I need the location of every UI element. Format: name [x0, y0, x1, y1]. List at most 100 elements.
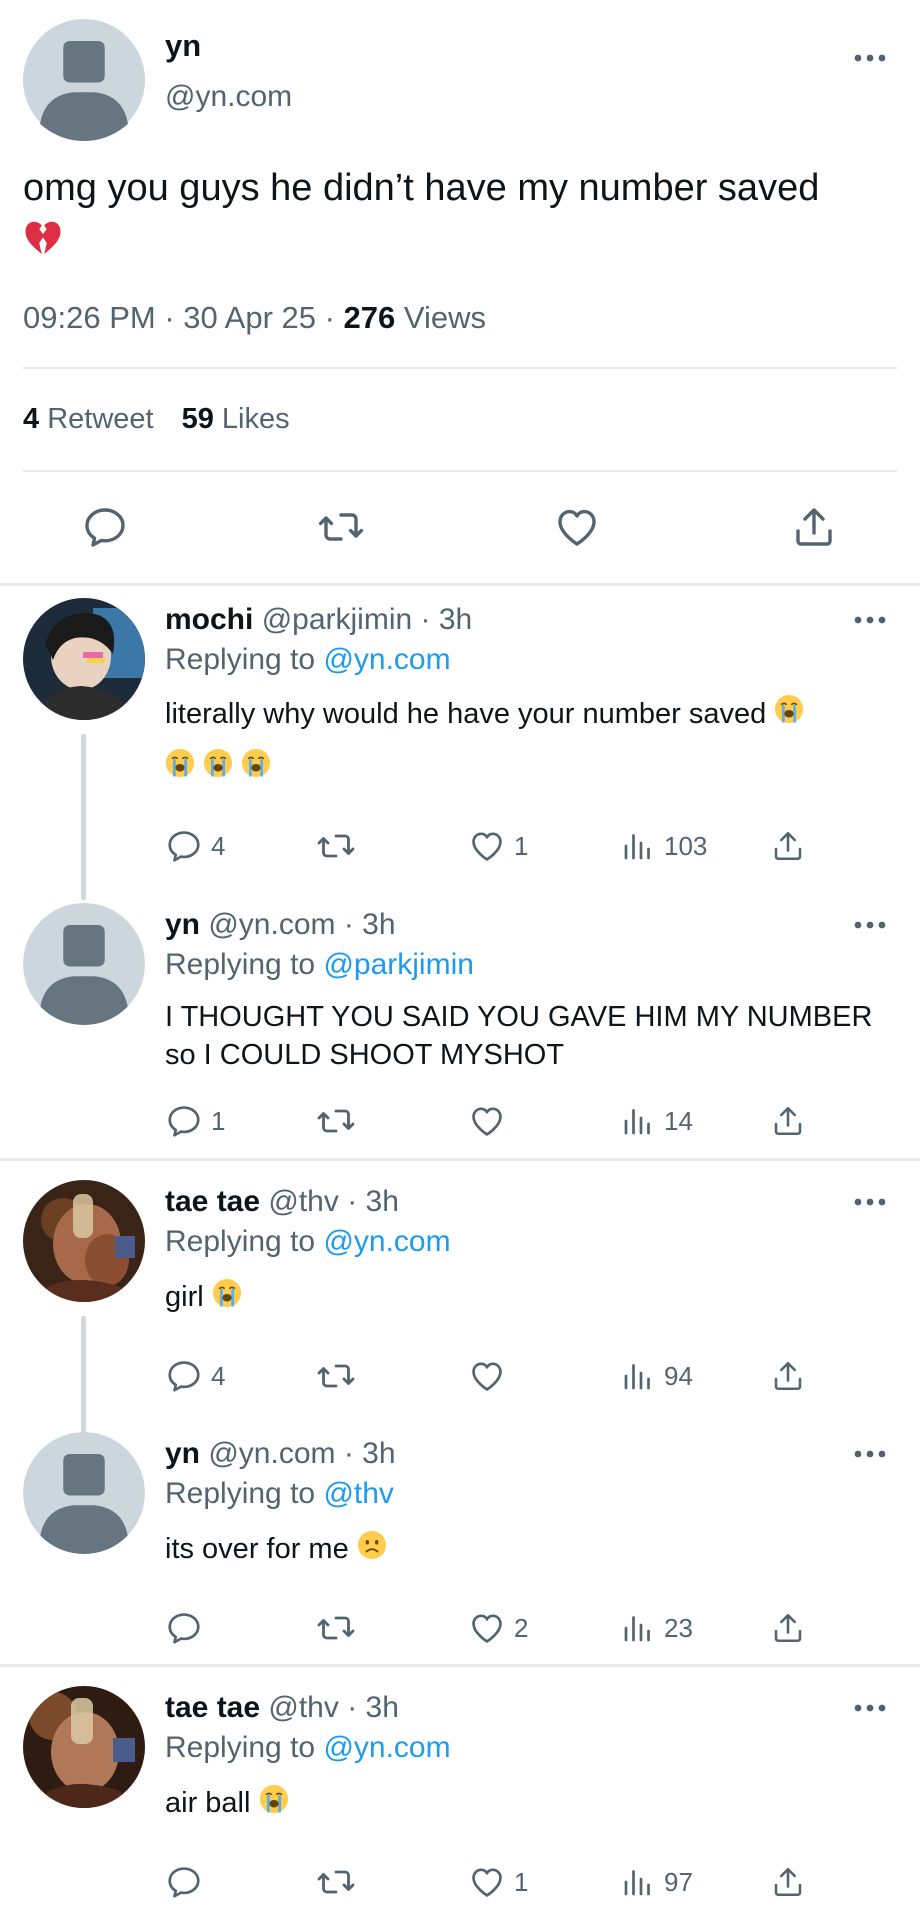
reply-action[interactable]: 4 — [165, 1356, 225, 1396]
views-action[interactable]: 103 — [620, 826, 707, 866]
avatar-placeholder-icon[interactable] — [23, 903, 145, 1025]
reply-text-body: its over for me — [165, 1533, 349, 1565]
reply-tweet[interactable]: tae tae @thv · 3h Replying to @yn.com gi… — [0, 1180, 920, 1435]
view-count: 94 — [664, 1360, 693, 1391]
more-options-icon[interactable] — [853, 1197, 887, 1207]
divider — [23, 470, 897, 472]
share-icon[interactable] — [790, 503, 838, 551]
retweet-action[interactable] — [316, 1101, 364, 1141]
likes-stat[interactable]: 59 Likes — [182, 403, 290, 435]
reply-author-handle[interactable]: @thv · 3h — [260, 1185, 399, 1218]
replying-to-link[interactable]: @yn.com — [323, 1731, 450, 1764]
like-action[interactable]: 1 — [468, 826, 528, 866]
replying-to: Replying to @thv — [165, 1477, 394, 1511]
avatar-placeholder-icon[interactable] — [23, 19, 145, 141]
view-count: 14 — [664, 1105, 693, 1136]
reply-icon[interactable] — [81, 503, 129, 551]
share-icon — [770, 1103, 806, 1139]
section-divider — [0, 583, 920, 586]
replying-to-label: Replying to — [165, 948, 324, 981]
views-action[interactable]: 94 — [620, 1356, 693, 1396]
replying-to: Replying to @yn.com — [165, 643, 451, 677]
author-name[interactable]: yn — [165, 28, 201, 64]
author-handle[interactable]: @yn.com — [165, 80, 292, 114]
avatar[interactable] — [23, 1180, 145, 1302]
reply-tweet[interactable]: yn @yn.com · 3h Replying to @parkjimin I… — [0, 903, 920, 1153]
loudly-crying-emoji — [241, 743, 271, 795]
reply-tweet[interactable]: tae tae @thv · 3h Replying to @yn.com ai… — [0, 1686, 920, 1916]
retweet-icon[interactable] — [317, 503, 365, 551]
replying-to-link[interactable]: @yn.com — [323, 1225, 450, 1258]
more-options-icon[interactable] — [853, 53, 887, 63]
retweet-action[interactable] — [316, 1356, 364, 1396]
reply-author-handle[interactable]: @thv · 3h — [260, 1691, 399, 1724]
retweet-action[interactable] — [316, 1862, 364, 1902]
replying-to-link[interactable]: @parkjimin — [323, 948, 473, 981]
reply-author-handle[interactable]: @yn.com · 3h — [200, 1437, 395, 1470]
reply-author-name[interactable]: tae tae — [165, 1185, 260, 1218]
loudly-crying-emoji — [203, 743, 233, 795]
share-action[interactable] — [770, 1101, 806, 1141]
section-divider — [0, 1664, 920, 1667]
likes-count: 59 — [181, 403, 214, 435]
like-action[interactable] — [468, 1101, 514, 1141]
like-action[interactable]: 2 — [468, 1608, 528, 1648]
reply-tweet[interactable]: yn @yn.com · 3h Replying to @thv its ove… — [0, 1432, 920, 1662]
avatar[interactable] — [23, 1686, 145, 1808]
reply-author-name[interactable]: tae tae — [165, 1691, 260, 1724]
more-options-icon[interactable] — [853, 1703, 887, 1713]
loudly-crying-emoji — [259, 1784, 289, 1824]
reply-author-name[interactable]: mochi — [165, 603, 253, 636]
retweet-action[interactable] — [316, 1608, 364, 1648]
more-options-icon[interactable] — [853, 615, 887, 625]
reply-text: girl — [165, 1278, 895, 1318]
broken-heart-emoji — [23, 218, 63, 274]
reply-tweet[interactable]: mochi @parkjimin · 3h Replying to @yn.co… — [0, 598, 920, 900]
like-action[interactable] — [468, 1356, 514, 1396]
reply-count: 4 — [211, 1360, 226, 1391]
reply-action[interactable] — [165, 1862, 211, 1902]
reply-author-name[interactable]: yn — [165, 1437, 200, 1470]
share-action[interactable] — [770, 1608, 806, 1648]
views-action[interactable]: 23 — [620, 1608, 693, 1648]
reply-icon — [165, 1863, 203, 1901]
reply-header: yn @yn.com · 3h — [165, 908, 396, 942]
more-options-icon[interactable] — [853, 1449, 887, 1459]
reply-icon — [165, 827, 203, 865]
views-action[interactable]: 97 — [620, 1862, 693, 1902]
retweet-action[interactable] — [316, 826, 364, 866]
reply-header: tae tae @thv · 3h — [165, 1691, 399, 1725]
avatar-placeholder-icon[interactable] — [23, 1432, 145, 1554]
like-action[interactable]: 1 — [468, 1862, 528, 1902]
reply-author-handle[interactable]: @yn.com · 3h — [200, 908, 395, 941]
reply-count: 1 — [211, 1105, 226, 1136]
reply-text: I THOUGHT YOU SAID YOU GAVE HIM MY NUMBE… — [165, 1001, 873, 1071]
reply-text: its over for me — [165, 1530, 895, 1570]
tweet-date[interactable]: 30 Apr 25 — [183, 300, 316, 335]
tweet-time[interactable]: 09:26 PM — [23, 300, 156, 335]
reply-action[interactable]: 1 — [165, 1101, 225, 1141]
like-count: 1 — [514, 830, 529, 861]
avatar[interactable] — [23, 598, 145, 720]
reply-author-handle[interactable]: @parkjimin · 3h — [253, 603, 473, 636]
like-icon[interactable] — [553, 503, 601, 551]
views-icon — [620, 1358, 656, 1394]
share-action[interactable] — [770, 1356, 806, 1396]
share-action[interactable] — [770, 826, 806, 866]
reply-author-name[interactable]: yn — [165, 908, 200, 941]
views-action[interactable]: 14 — [620, 1101, 693, 1141]
retweet-count: 4 — [23, 403, 40, 435]
thread-line — [81, 1316, 86, 1434]
loudly-crying-emoji — [165, 743, 195, 795]
reply-text: air ball — [165, 1784, 895, 1824]
retweets-stat[interactable]: 4 Retweet — [23, 403, 154, 435]
retweet-icon — [316, 1356, 356, 1396]
replying-to-link[interactable]: @thv — [323, 1477, 393, 1510]
reply-action[interactable]: 4 — [165, 826, 225, 866]
reply-action[interactable] — [165, 1608, 211, 1648]
more-options-icon[interactable] — [853, 920, 887, 930]
replying-to-link[interactable]: @yn.com — [323, 643, 450, 676]
share-action[interactable] — [770, 1862, 806, 1902]
like-icon — [468, 827, 506, 865]
reply-text-body: literally why would he have your number … — [165, 698, 767, 730]
